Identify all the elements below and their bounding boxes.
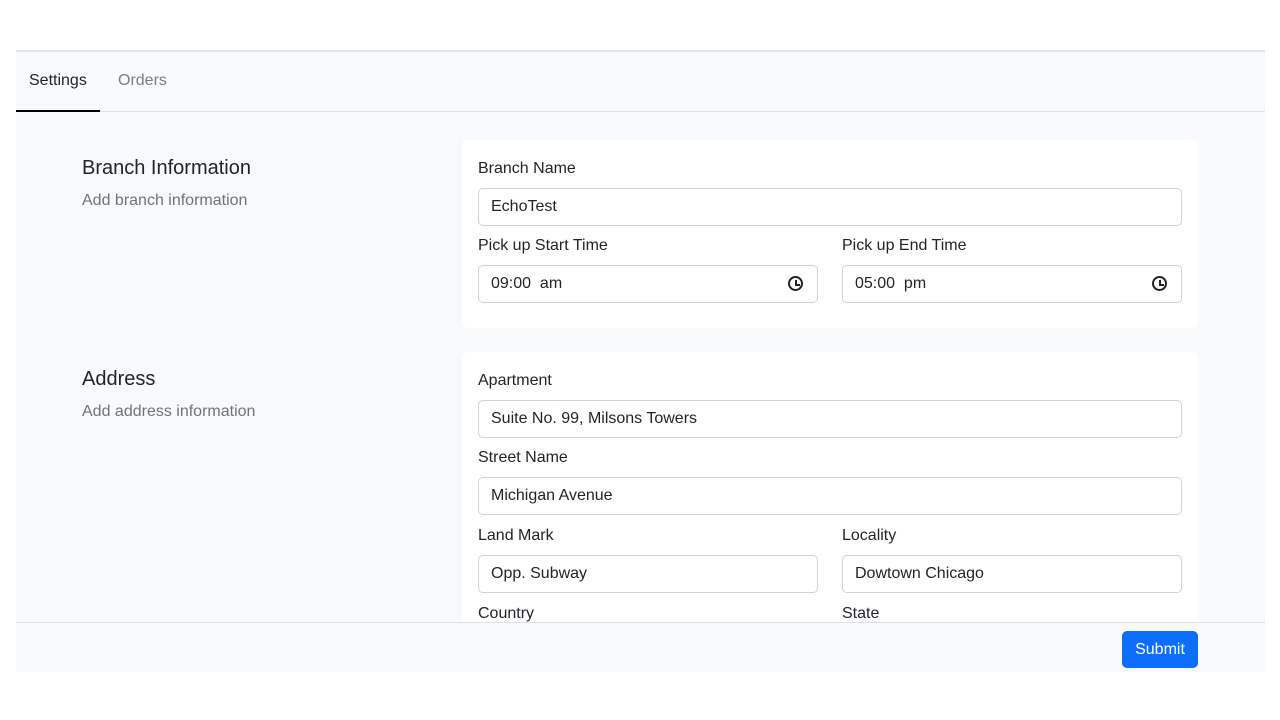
country-label: Country [478,605,535,622]
branch-section-subtitle: Add branch information [82,192,248,209]
tab-bar: Settings Orders [16,52,1265,112]
submit-button[interactable]: Submit [1122,631,1198,668]
clock-icon[interactable] [1152,276,1167,291]
form-footer: Submit [16,622,1265,672]
street-input[interactable]: Michigan Avenue [478,477,1182,515]
landmark-label: Land Mark [478,527,554,544]
start-time-input[interactable]: 09:00 am [478,265,818,303]
settings-panel: Settings Orders Branch Information Add b… [16,50,1265,672]
clock-icon[interactable] [788,276,803,291]
end-time-value: 05:00 pm [855,275,927,292]
branch-name-label: Branch Name [478,160,576,177]
state-label: State [842,605,880,622]
tab-orders[interactable]: Orders [105,52,180,112]
form-content: Branch Information Add branch informatio… [16,112,1265,622]
start-time-label: Pick up Start Time [478,237,608,254]
start-time-value: 09:00 am [491,275,563,292]
branch-name-input[interactable]: EchoTest [478,188,1182,226]
street-label: Street Name [478,449,568,466]
end-time-label: Pick up End Time [842,237,967,254]
locality-label: Locality [842,527,897,544]
end-time-input[interactable]: 05:00 pm [842,265,1182,303]
tab-settings[interactable]: Settings [16,52,100,112]
branch-card: Branch Name EchoTest Pick up Start Time … [462,140,1198,328]
address-card: Apartment Suite No. 99, Milsons Towers S… [462,352,1198,622]
apartment-input[interactable]: Suite No. 99, Milsons Towers [478,400,1182,438]
locality-input[interactable]: Dowtown Chicago [842,555,1182,593]
branch-section-title: Branch Information [82,157,251,179]
landmark-input[interactable]: Opp. Subway [478,555,818,593]
address-section-subtitle: Add address information [82,403,256,420]
apartment-label: Apartment [478,372,552,389]
address-section-title: Address [82,368,156,390]
